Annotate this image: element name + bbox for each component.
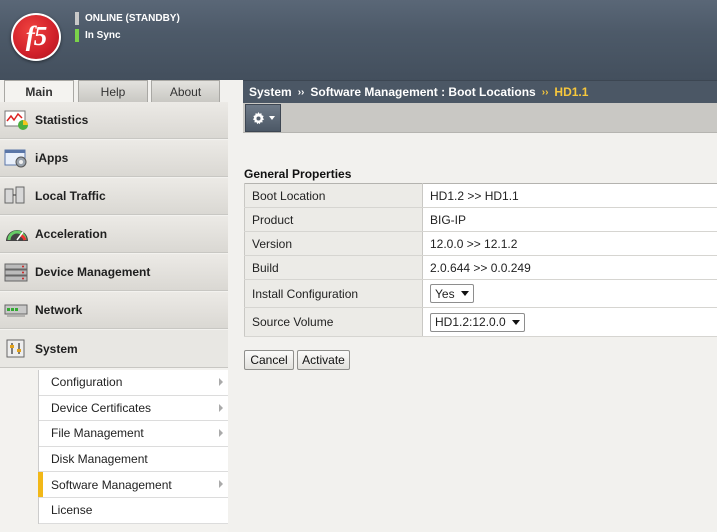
sync-bar-icon: [75, 29, 79, 42]
local-traffic-icon: [4, 185, 30, 207]
submenu-item-label: File Management: [51, 426, 144, 441]
breadcrumb: System ›› Software Management : Boot Loc…: [243, 80, 717, 103]
cancel-button[interactable]: Cancel: [244, 350, 294, 370]
submenu-item-label: License: [51, 503, 93, 518]
row-label: Build: [244, 255, 423, 280]
status-sync[interactable]: In Sync: [75, 29, 121, 42]
table-row: Version 12.0.0 >> 12.1.2: [244, 231, 717, 256]
chevron-right-icon: [219, 480, 223, 489]
tab-help[interactable]: Help: [78, 80, 148, 102]
sidebar-item-label: iApps: [35, 151, 69, 165]
chevron-right-icon: [219, 403, 223, 412]
table-row: Install Configuration Yes: [244, 279, 717, 308]
gear-menu-button[interactable]: [245, 104, 281, 132]
system-submenu: Configuration Device Certificates File M…: [38, 370, 228, 524]
sidebar-item-label: Local Traffic: [35, 189, 106, 203]
sidebar-item-device-management[interactable]: Device Management: [0, 254, 228, 291]
breadcrumb-separator: ››: [297, 86, 305, 98]
logo-text: f5: [25, 21, 48, 51]
sidebar-item-acceleration[interactable]: Acceleration: [0, 216, 228, 253]
row-label: Version: [244, 231, 423, 256]
row-value: HD1.2 >> HD1.1: [422, 183, 717, 208]
activate-button[interactable]: Activate: [297, 350, 350, 370]
submenu-item-label: Device Certificates: [51, 400, 152, 415]
status-bar-icon: [75, 12, 79, 25]
dropdown-arrow-icon: [511, 319, 520, 325]
status-online[interactable]: ONLINE (STANDBY): [75, 12, 180, 25]
chevron-right-icon: [219, 429, 223, 438]
table-row: Build 2.0.644 >> 0.0.249: [244, 255, 717, 280]
submenu-item-configuration[interactable]: Configuration: [39, 370, 228, 396]
row-value: Yes: [422, 279, 717, 308]
submenu-item-label: Disk Management: [51, 452, 148, 467]
row-label: Product: [244, 207, 423, 232]
source-volume-select[interactable]: HD1.2:12.0.0: [430, 312, 525, 332]
general-properties-table: Boot Location HD1.2 >> HD1.1 Product BIG…: [244, 183, 717, 337]
status-online-text: ONLINE (STANDBY): [85, 13, 180, 24]
sidebar-item-label: System: [35, 341, 78, 356]
row-value: BIG-IP: [422, 207, 717, 232]
select-value: Yes: [435, 286, 455, 301]
sidebar: Statistics iApps Local Traffic Accelerat…: [0, 102, 228, 532]
sidebar-item-label: Device Management: [35, 265, 151, 279]
statistics-icon: [4, 109, 30, 131]
section-title: General Properties: [244, 167, 352, 181]
select-value: HD1.2:12.0.0: [435, 315, 506, 329]
table-row: Source Volume HD1.2:12.0.0: [244, 307, 717, 337]
chevron-right-icon: [219, 378, 223, 386]
table-row: Product BIG-IP: [244, 207, 717, 232]
tab-main[interactable]: Main: [4, 80, 74, 103]
device-management-icon: [4, 261, 30, 283]
breadcrumb-current: HD1.1: [554, 85, 589, 99]
install-configuration-select[interactable]: Yes: [430, 284, 474, 303]
sidebar-item-statistics[interactable]: Statistics: [0, 102, 228, 139]
breadcrumb-boot-locations[interactable]: Software Management : Boot Locations: [310, 85, 535, 99]
system-icon: [4, 338, 30, 360]
row-label: Source Volume: [244, 307, 423, 337]
row-value: HD1.2:12.0.0: [422, 307, 717, 337]
acceleration-icon: [4, 223, 30, 245]
sidebar-item-network[interactable]: Network: [0, 292, 228, 329]
toolbar: [243, 103, 717, 133]
row-value: 2.0.644 >> 0.0.249: [422, 255, 717, 280]
submenu-item-software-management[interactable]: Software Management: [38, 472, 228, 498]
f5-logo[interactable]: f5: [11, 13, 61, 61]
header-bar: f5 ONLINE (STANDBY) In Sync: [0, 0, 717, 80]
sidebar-item-label: Network: [35, 303, 83, 317]
submenu-item-file-management[interactable]: File Management: [39, 421, 228, 447]
sidebar-item-iapps[interactable]: iApps: [0, 140, 228, 177]
row-label: Boot Location: [244, 183, 423, 208]
network-icon: [4, 299, 30, 321]
breadcrumb-system[interactable]: System: [249, 85, 292, 99]
submenu-item-label: Configuration: [51, 375, 123, 390]
sidebar-item-system[interactable]: System: [0, 330, 228, 368]
breadcrumb-separator: ››: [541, 86, 549, 98]
chevron-down-icon: [268, 116, 275, 120]
dropdown-arrow-icon: [460, 291, 469, 296]
gear-icon: [252, 111, 264, 124]
status-sync-text: In Sync: [85, 30, 121, 41]
sidebar-item-label: Statistics: [35, 113, 89, 127]
sidebar-item-local-traffic[interactable]: Local Traffic: [0, 178, 228, 215]
tab-about[interactable]: About: [151, 80, 220, 102]
submenu-item-label: Software Management: [51, 477, 172, 492]
row-label: Install Configuration: [244, 279, 423, 308]
submenu-item-license[interactable]: License: [39, 498, 228, 524]
submenu-item-device-certificates[interactable]: Device Certificates: [39, 396, 228, 422]
row-value: 12.0.0 >> 12.1.2: [422, 231, 717, 256]
iapps-icon: [4, 147, 30, 169]
table-row: Boot Location HD1.2 >> HD1.1: [244, 183, 717, 208]
submenu-item-disk-management[interactable]: Disk Management: [39, 447, 228, 473]
sidebar-item-label: Acceleration: [35, 227, 108, 241]
